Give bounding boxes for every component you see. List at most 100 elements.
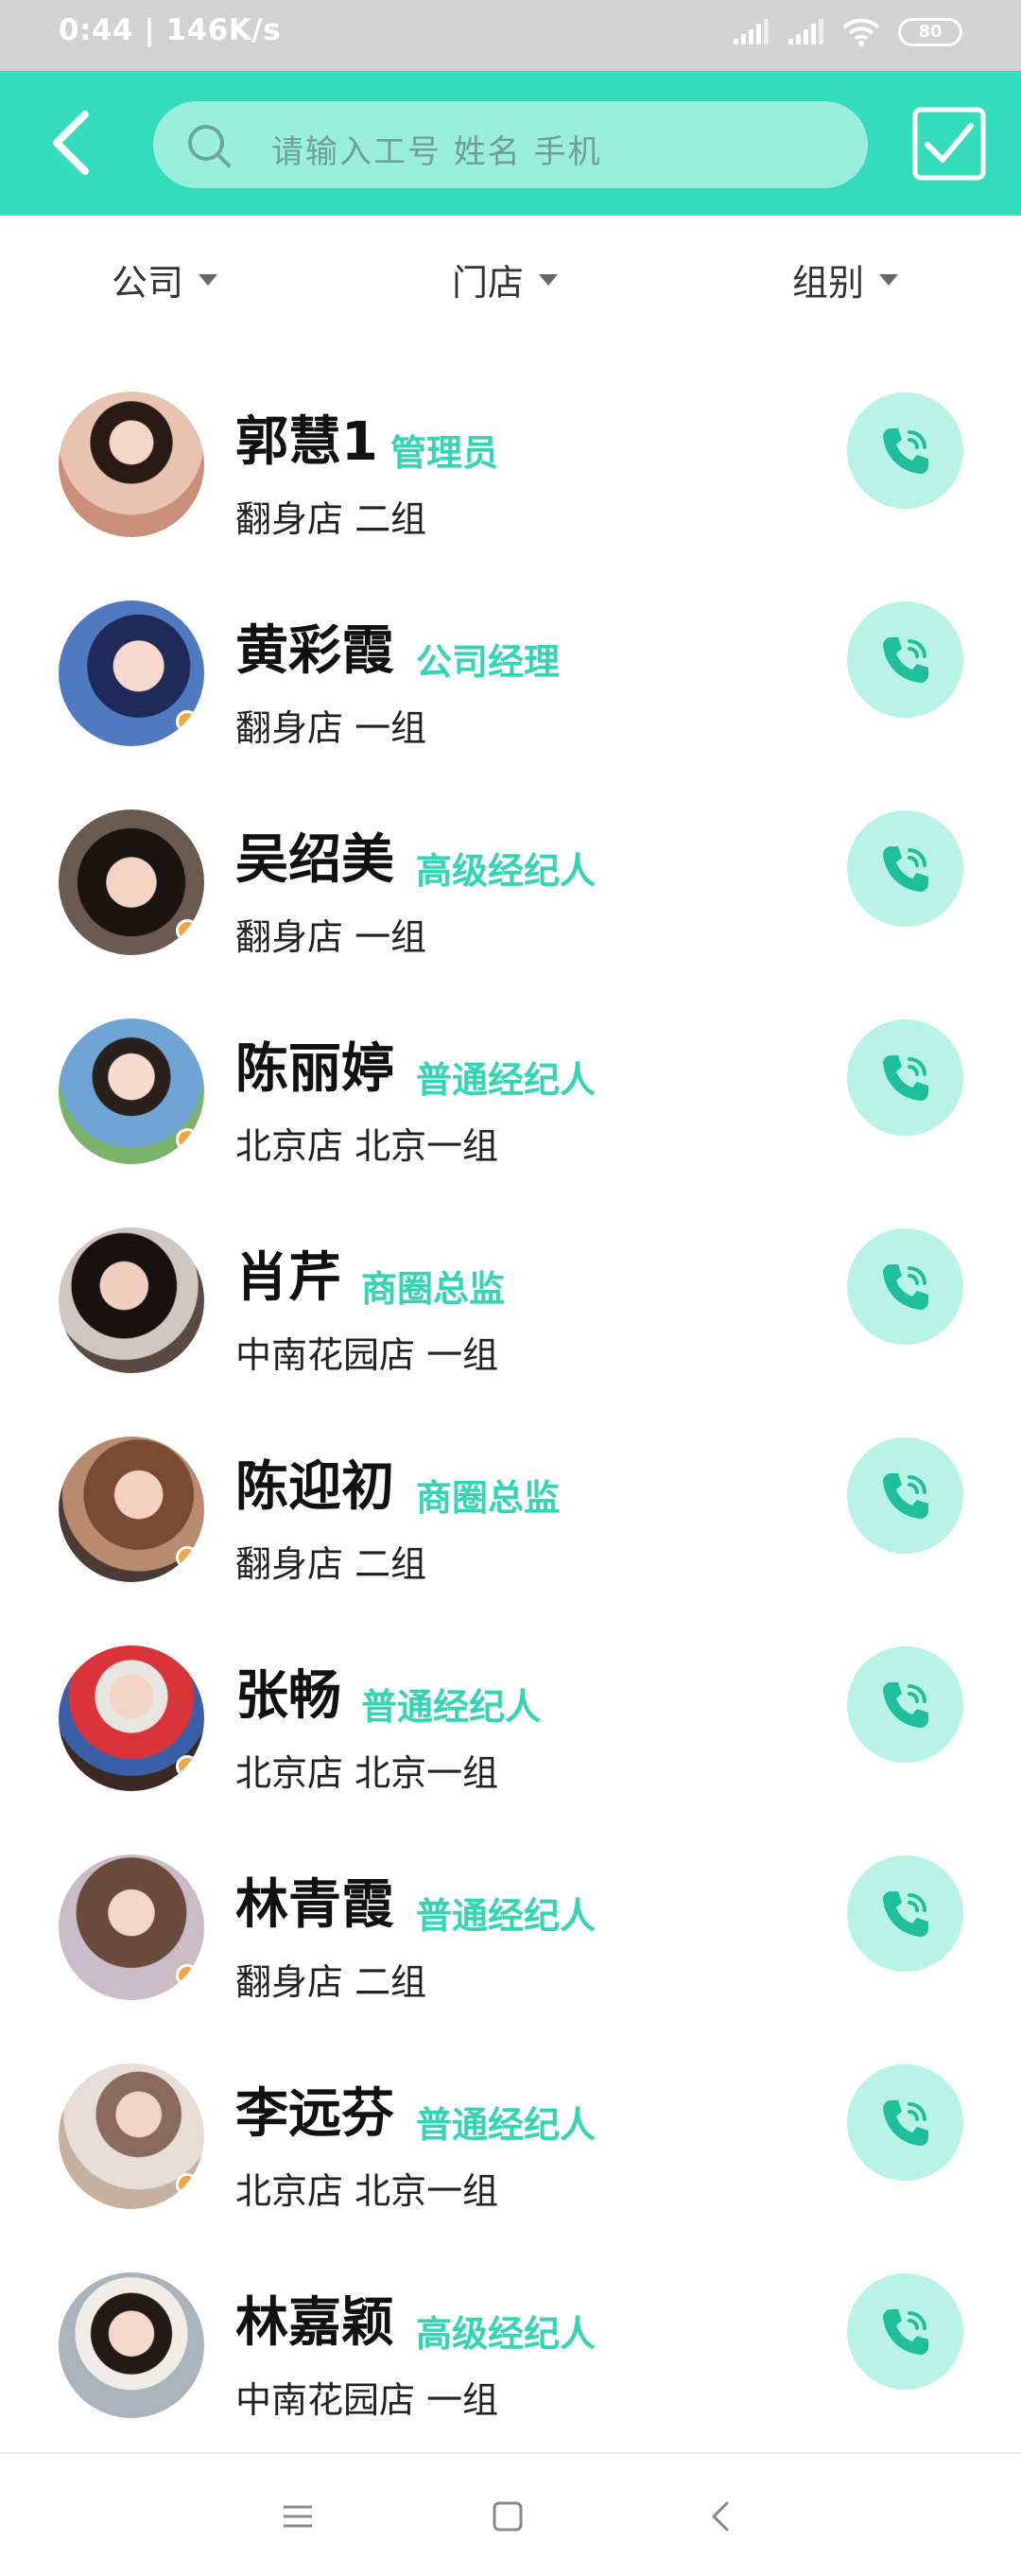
contact-name: 黄彩霞 xyxy=(235,620,394,682)
call-button[interactable] xyxy=(847,810,963,927)
filter-company[interactable]: 公司 xyxy=(112,253,218,305)
call-button[interactable] xyxy=(847,2273,963,2390)
avatar xyxy=(59,1436,204,1582)
contact-store: 中南花园店 一组 xyxy=(235,1334,499,1376)
call-button[interactable] xyxy=(847,1646,963,1763)
contact-role: 普通经纪人 xyxy=(416,2104,597,2146)
contact-list: 郭慧1 管理员 翻身店 二组 黄彩霞 公司经理 翻身店 一组 吴绍美 高级经纪人… xyxy=(0,378,1021,2468)
contact-role: 商圈总监 xyxy=(416,1477,561,1519)
contact-name: 吴绍美 xyxy=(235,829,394,891)
phone-call-icon xyxy=(882,1472,928,1519)
search-icon xyxy=(188,125,231,167)
list-item[interactable]: 陈迎初 商圈总监 翻身店 二组 xyxy=(0,1423,1021,1632)
phone-call-icon xyxy=(882,1054,928,1101)
avatar xyxy=(59,392,204,537)
verified-badge xyxy=(176,2173,199,2196)
system-nav-bar xyxy=(0,2452,1021,2576)
avatar xyxy=(59,2272,204,2418)
avatar xyxy=(59,600,204,746)
contact-store: 中南花园店 一组 xyxy=(235,2379,499,2421)
verified-badge xyxy=(176,919,199,942)
call-button[interactable] xyxy=(847,2064,963,2181)
contact-role: 高级经纪人 xyxy=(416,850,597,892)
contact-role: 普通经纪人 xyxy=(361,1686,542,1728)
home-square-icon[interactable] xyxy=(479,2488,536,2545)
contact-store: 翻身店 二组 xyxy=(235,1543,427,1585)
call-button[interactable] xyxy=(847,1019,963,1136)
contact-store: 翻身店 二组 xyxy=(235,498,427,540)
list-item[interactable]: 吴绍美 高级经纪人 翻身店 一组 xyxy=(0,796,1021,1005)
filter-store[interactable]: 门店 xyxy=(452,253,559,305)
list-item[interactable]: 肖芹 商圈总监 中南花园店 一组 xyxy=(0,1214,1021,1423)
contact-name: 陈迎初 xyxy=(235,1456,394,1518)
verified-badge xyxy=(176,1964,199,1987)
signal-icon xyxy=(788,19,823,44)
status-bar: 0:44 | 146K/s 80 xyxy=(0,0,1021,71)
filter-label: 门店 xyxy=(452,262,525,304)
call-button[interactable] xyxy=(847,601,963,718)
contact-store: 北京店 北京一组 xyxy=(235,2170,499,2212)
menu-icon[interactable] xyxy=(269,2488,326,2545)
phone-call-icon xyxy=(882,1263,928,1310)
filter-label: 组别 xyxy=(792,262,865,304)
avatar xyxy=(59,809,204,955)
filter-group[interactable]: 组别 xyxy=(792,253,899,305)
verified-badge xyxy=(176,1128,199,1151)
contact-name: 林嘉颖 xyxy=(235,2292,394,2354)
call-button[interactable] xyxy=(847,1855,963,1972)
caret-down-icon xyxy=(539,273,559,286)
verified-badge xyxy=(176,1755,199,1778)
verified-badge xyxy=(176,1546,199,1569)
phone-call-icon xyxy=(882,845,928,892)
caret-down-icon xyxy=(879,273,899,286)
phone-call-icon xyxy=(882,1681,928,1728)
contact-store: 北京店 北京一组 xyxy=(235,1125,499,1167)
contact-role: 商圈总监 xyxy=(361,1268,506,1310)
wifi-icon xyxy=(842,18,880,46)
call-button[interactable] xyxy=(847,1228,963,1345)
phone-call-icon xyxy=(882,2308,928,2355)
contact-store: 翻身店 一组 xyxy=(235,916,427,958)
search-input[interactable]: 请输入工号 姓名 手机 xyxy=(153,101,868,188)
list-item[interactable]: 林嘉颖 高级经纪人 中南花园店 一组 xyxy=(0,2259,1021,2468)
avatar xyxy=(59,1227,204,1373)
top-bar: 请输入工号 姓名 手机 xyxy=(0,71,1021,216)
call-button[interactable] xyxy=(847,1437,963,1554)
contact-role: 高级经纪人 xyxy=(416,2313,597,2355)
filter-bar: 公司 门店 组别 xyxy=(0,216,1021,339)
contact-store: 北京店 北京一组 xyxy=(235,1752,499,1794)
list-item[interactable]: 林青霞 普通经纪人 翻身店 二组 xyxy=(0,1841,1021,2050)
contact-name: 李远芬 xyxy=(235,2083,394,2145)
contact-store: 翻身店 二组 xyxy=(235,1961,427,2003)
phone-call-icon xyxy=(882,1890,928,1937)
avatar xyxy=(59,2063,204,2209)
avatar xyxy=(59,1854,204,2000)
contact-name: 肖芹 xyxy=(235,1247,341,1309)
call-button[interactable] xyxy=(847,392,963,509)
contact-name: 郭慧1 xyxy=(235,411,378,473)
list-item[interactable]: 张畅 普通经纪人 北京店 北京一组 xyxy=(0,1632,1021,1841)
contact-role: 公司经理 xyxy=(416,641,561,683)
battery-indicator: 80 xyxy=(898,18,962,46)
list-item[interactable]: 李远芬 普通经纪人 北京店 北京一组 xyxy=(0,2050,1021,2259)
contact-role: 普通经纪人 xyxy=(416,1059,597,1101)
checkbox-checked-icon[interactable] xyxy=(912,107,986,181)
chevron-left-icon[interactable] xyxy=(45,109,106,177)
list-item[interactable]: 黄彩霞 公司经理 翻身店 一组 xyxy=(0,587,1021,796)
avatar xyxy=(59,1018,204,1164)
back-triangle-icon[interactable] xyxy=(693,2488,750,2545)
filter-label: 公司 xyxy=(112,262,184,304)
avatar xyxy=(59,1645,204,1791)
signal-icon xyxy=(734,19,769,44)
status-icons: 80 xyxy=(732,17,962,47)
contact-name: 陈丽婷 xyxy=(235,1038,394,1100)
caret-down-icon xyxy=(199,273,218,286)
contact-name: 张畅 xyxy=(235,1665,341,1727)
status-time: 0:44 | 146K/s xyxy=(59,13,282,47)
contact-store: 翻身店 一组 xyxy=(235,707,427,749)
phone-call-icon xyxy=(882,2099,928,2146)
contact-role: 管理员 xyxy=(390,432,499,474)
list-item[interactable]: 郭慧1 管理员 翻身店 二组 xyxy=(0,378,1021,587)
contact-role: 普通经纪人 xyxy=(416,1895,597,1937)
list-item[interactable]: 陈丽婷 普通经纪人 北京店 北京一组 xyxy=(0,1005,1021,1214)
